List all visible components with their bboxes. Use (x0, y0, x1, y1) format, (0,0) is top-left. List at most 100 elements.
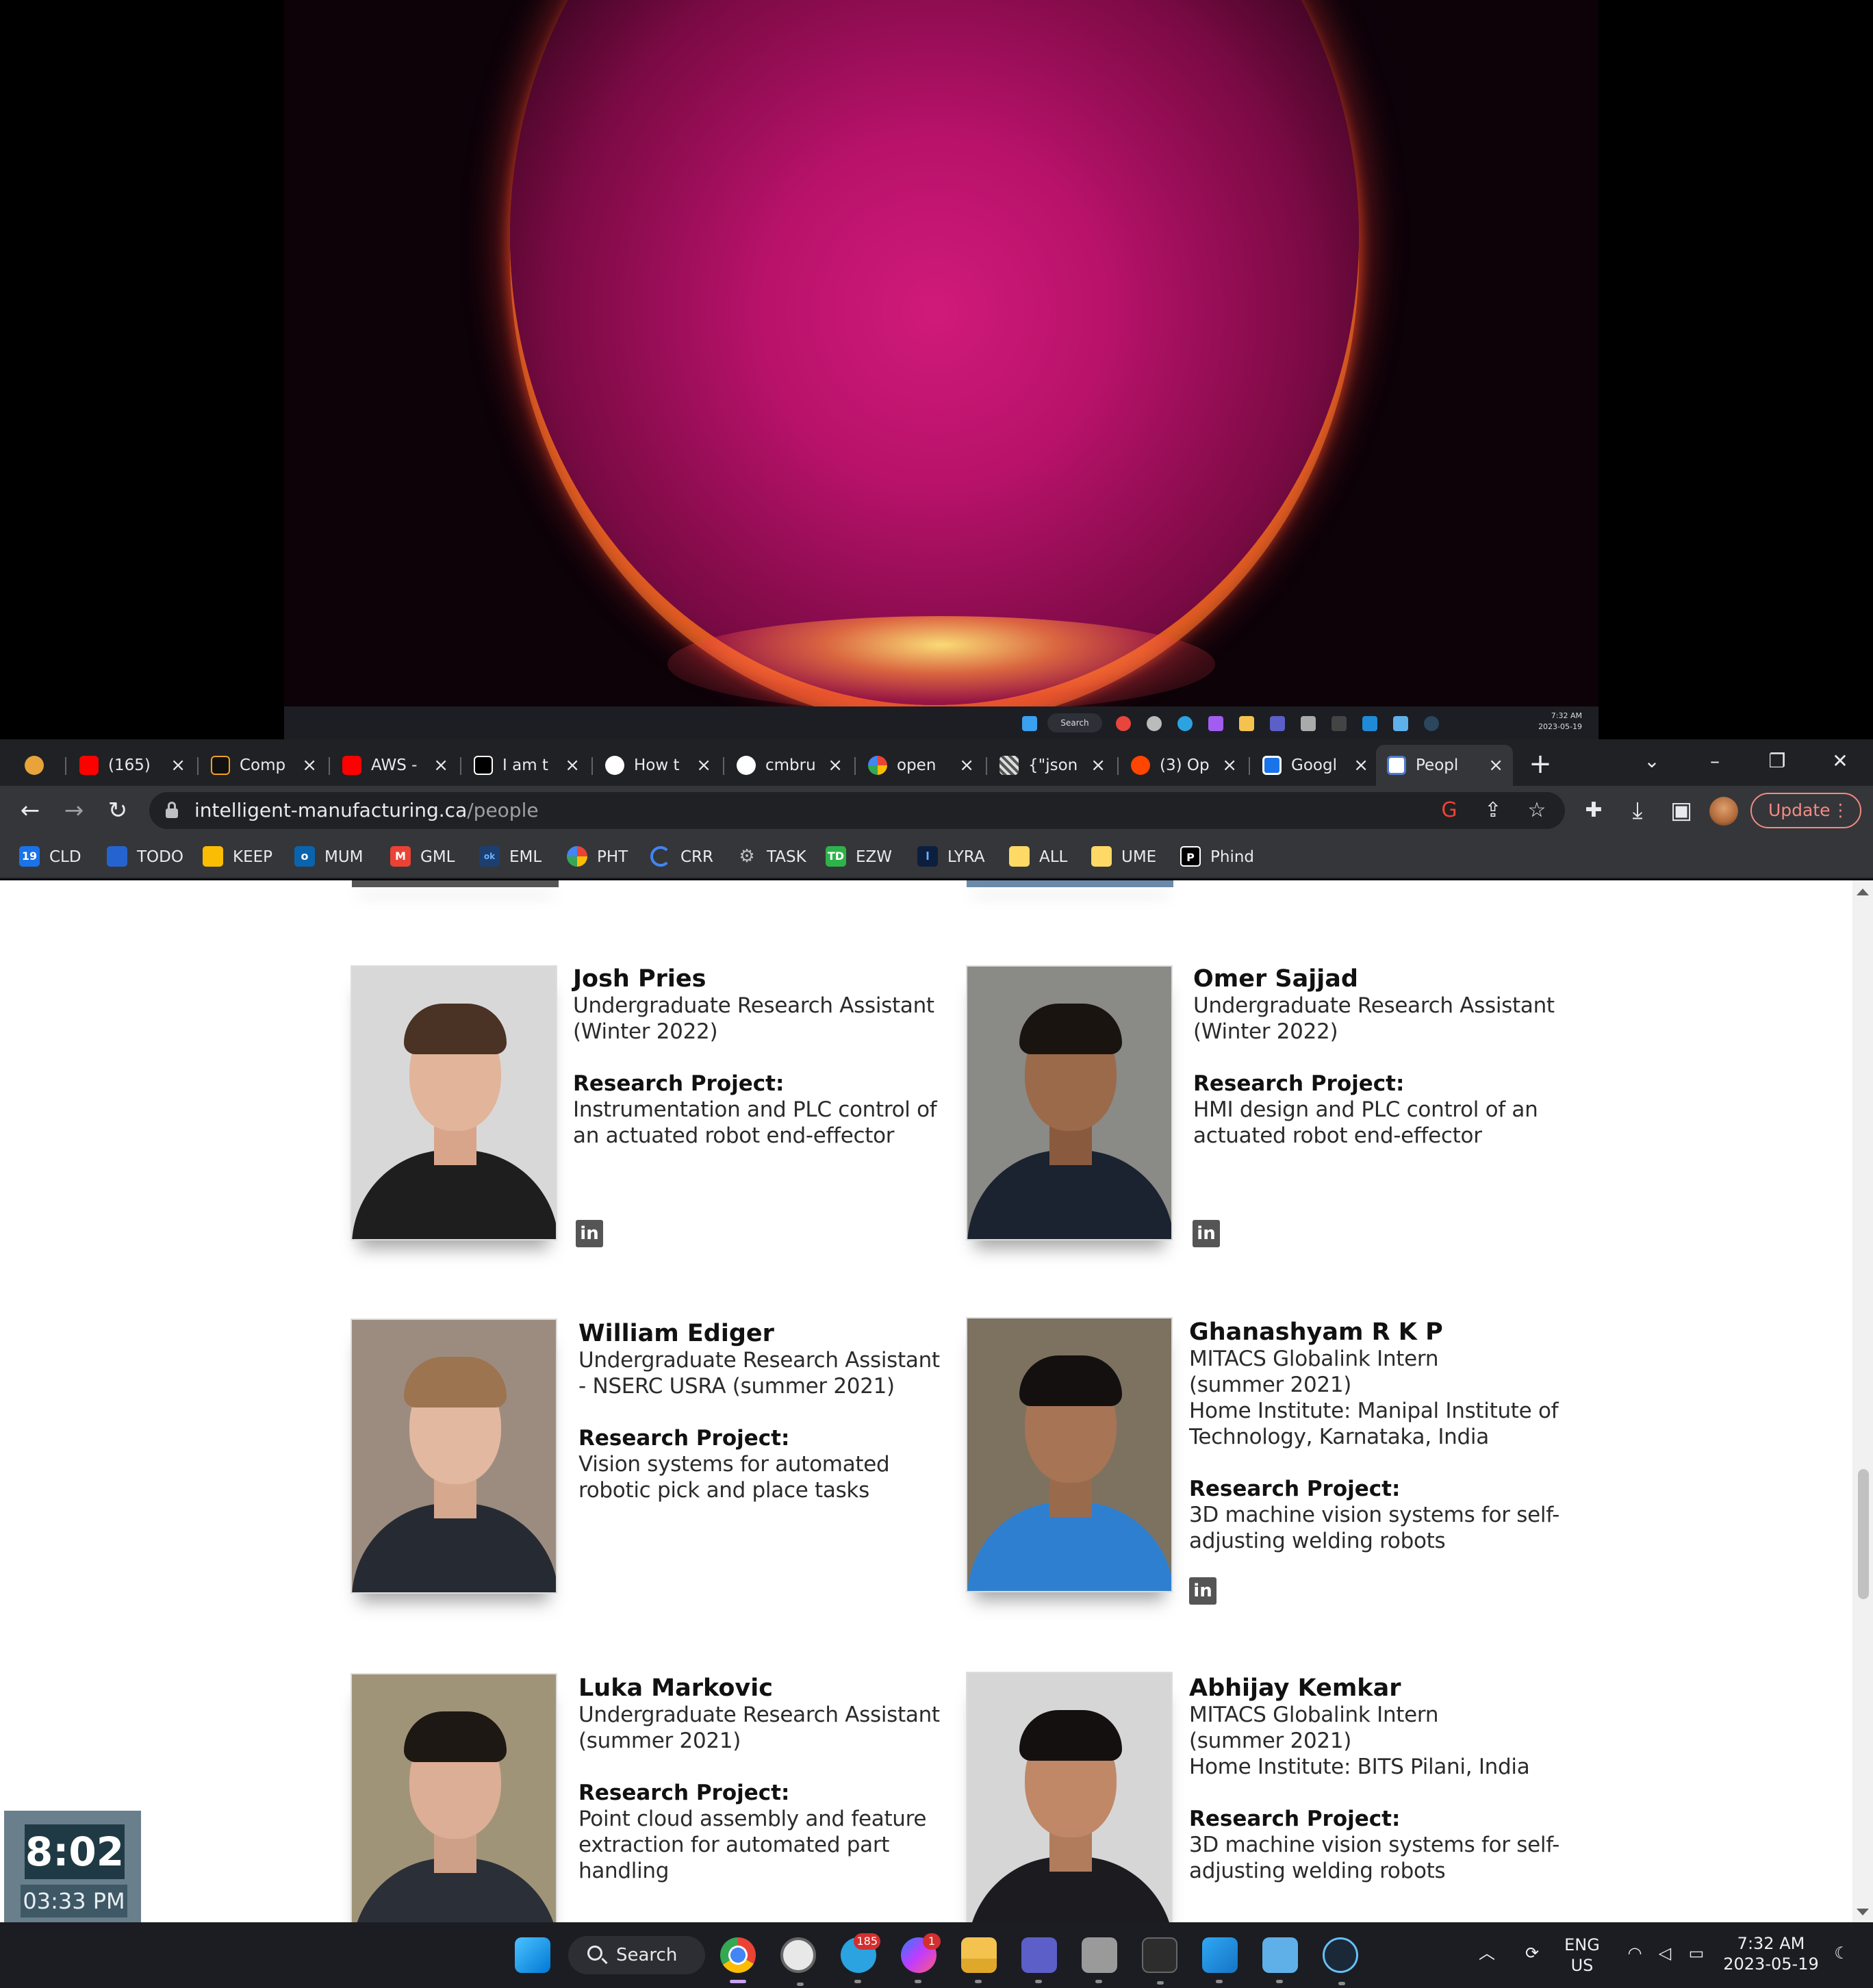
wifi-icon[interactable]: ◠ (1622, 1943, 1647, 1963)
steam-icon[interactable] (1424, 716, 1439, 731)
start-icon[interactable] (515, 1937, 550, 1973)
tab-5[interactable]: How t × (594, 745, 721, 786)
new-tab-button[interactable]: + (1523, 745, 1557, 783)
clock-app-icon[interactable] (780, 1937, 816, 1986)
tab-9[interactable]: (3) Op × (1120, 745, 1247, 786)
vscode-icon[interactable] (1362, 716, 1377, 731)
bookmark-keep[interactable]: KEEP (203, 843, 272, 871)
tab-search-chevron-icon[interactable]: ⌄ (1624, 742, 1679, 780)
tab-10[interactable]: Googl × (1251, 745, 1378, 786)
restore-icon[interactable]: ❐ (1750, 742, 1805, 780)
lock-icon[interactable] (166, 802, 178, 818)
clock-widget[interactable]: 8:02 03:33 PM (4, 1811, 141, 1924)
app-icon[interactable] (1082, 1937, 1117, 1983)
tab-3[interactable]: AWS - × (331, 745, 458, 786)
close-tab-icon[interactable]: × (1488, 745, 1503, 786)
back-icon[interactable]: ← (12, 793, 48, 828)
close-tab-icon[interactable]: × (1091, 745, 1106, 786)
download-icon[interactable]: ⤓ (1620, 793, 1655, 828)
reload-icon[interactable]: ↻ (100, 793, 136, 828)
terminal-icon[interactable] (1332, 716, 1347, 731)
bookmark-todo[interactable]: TODO (107, 843, 183, 871)
file-explorer-icon[interactable] (961, 1937, 997, 1983)
clock-app-icon[interactable] (1147, 716, 1162, 731)
bookmark-crr[interactable]: CRR (650, 843, 713, 871)
google-lens-icon[interactable]: G (1438, 799, 1461, 822)
close-tab-icon[interactable]: × (565, 745, 580, 786)
tmetric-icon (25, 756, 44, 775)
close-tab-icon[interactable]: × (1222, 745, 1237, 786)
notifications-moon-icon[interactable]: ☾ (1828, 1943, 1855, 1963)
telegram-icon[interactable]: 185 (841, 1933, 880, 1983)
close-tab-icon[interactable]: × (696, 745, 711, 786)
vscode-icon[interactable] (1202, 1937, 1238, 1983)
tab-6[interactable]: cmbru × (726, 745, 852, 786)
close-tab-icon[interactable]: × (170, 745, 186, 786)
language-indicator[interactable]: ENG US (1561, 1935, 1603, 1976)
tab-4[interactable]: I am t × (463, 745, 589, 786)
linkedin-icon[interactable]: in (1193, 1220, 1220, 1247)
minimize-icon[interactable]: – (1687, 742, 1742, 780)
bookmark-ume[interactable]: UME (1091, 843, 1156, 871)
close-window-icon[interactable]: ✕ (1813, 742, 1868, 780)
teams-icon[interactable] (1270, 716, 1285, 731)
messenger-icon[interactable] (1208, 716, 1223, 731)
telegram-icon[interactable] (1177, 716, 1193, 731)
tab-11-active[interactable]: Peopl × (1376, 745, 1513, 786)
forward-icon[interactable]: → (56, 793, 92, 828)
volume-icon[interactable]: ◁ (1653, 1943, 1677, 1963)
bookmark-task[interactable]: ⚙ TASK (737, 843, 806, 871)
close-tab-icon[interactable]: × (302, 745, 317, 786)
mini-search-box[interactable]: Search (1047, 713, 1102, 732)
app-icon[interactable] (1301, 716, 1316, 731)
tab-2[interactable]: Comp × (200, 745, 327, 786)
sync-icon[interactable]: ⟳ (1518, 1943, 1546, 1963)
close-tab-icon[interactable]: × (433, 745, 448, 786)
close-tab-icon[interactable]: × (959, 745, 974, 786)
close-tab-icon[interactable]: × (1353, 745, 1368, 786)
linkedin-icon[interactable]: in (576, 1220, 603, 1247)
address-bar[interactable]: intelligent-manufacturing.ca/people G ⇪ … (149, 792, 1565, 829)
tab-8[interactable]: {"json × (989, 745, 1115, 786)
taskbar-clock[interactable]: 7:32 AM 2023-05-19 (1720, 1933, 1822, 1974)
bookmark-eml[interactable]: ok EML (479, 843, 541, 871)
messenger-icon[interactable]: 1 (901, 1933, 941, 1983)
bookmark-phind[interactable]: P Phind (1180, 843, 1254, 871)
bookmark-mum[interactable]: o MUM (294, 843, 364, 871)
chrome-icon[interactable] (720, 1937, 756, 1983)
notepad-icon[interactable] (1262, 1937, 1298, 1983)
linkedin-icon[interactable]: in (1189, 1577, 1216, 1605)
scroll-up-icon[interactable] (1857, 889, 1869, 895)
folder-icon[interactable] (1239, 716, 1254, 731)
bookmark-pht[interactable]: PHT (567, 843, 628, 871)
tray-chevron-icon[interactable]: ︿ (1473, 1943, 1501, 1963)
tab-7[interactable]: open × (857, 745, 984, 786)
extensions-icon[interactable]: ✚ (1576, 793, 1611, 828)
close-tab-icon[interactable]: × (828, 745, 843, 786)
scroll-thumb[interactable] (1858, 1469, 1869, 1599)
steam-icon[interactable] (1323, 1937, 1358, 1985)
scroll-down-icon[interactable] (1857, 1909, 1869, 1915)
teams-icon[interactable] (1021, 1937, 1057, 1983)
update-button[interactable]: Update ⋮ (1750, 793, 1861, 828)
tab-1[interactable]: (165) × (68, 745, 195, 786)
page-scrollbar[interactable] (1852, 880, 1873, 1922)
side-panel-icon[interactable]: ▣ (1664, 793, 1699, 828)
chrome-icon[interactable] (1116, 716, 1131, 731)
share-icon[interactable]: ⇪ (1481, 799, 1505, 822)
bookmark-all[interactable]: ALL (1009, 843, 1067, 871)
bookmark-lyra[interactable]: l LYRA (917, 843, 985, 871)
notepad-icon[interactable] (1393, 716, 1408, 731)
taskbar-search[interactable]: Search (568, 1936, 705, 1974)
bookmark-cld[interactable]: 19 CLD (19, 843, 81, 871)
battery-icon[interactable]: ▭ (1683, 1943, 1710, 1963)
bookmark-ezw[interactable]: TD EZW (826, 843, 892, 871)
bookmark-gml[interactable]: M GML (390, 843, 455, 871)
profile-avatar[interactable] (1709, 797, 1738, 826)
start-icon[interactable] (1022, 716, 1037, 731)
tab-0[interactable] (14, 745, 62, 786)
arrow-up-right-icon (211, 756, 230, 775)
url-text[interactable]: intelligent-manufacturing.ca/people (194, 792, 539, 829)
terminal-icon[interactable] (1142, 1937, 1177, 1985)
bookmark-star-icon[interactable]: ☆ (1525, 799, 1549, 822)
